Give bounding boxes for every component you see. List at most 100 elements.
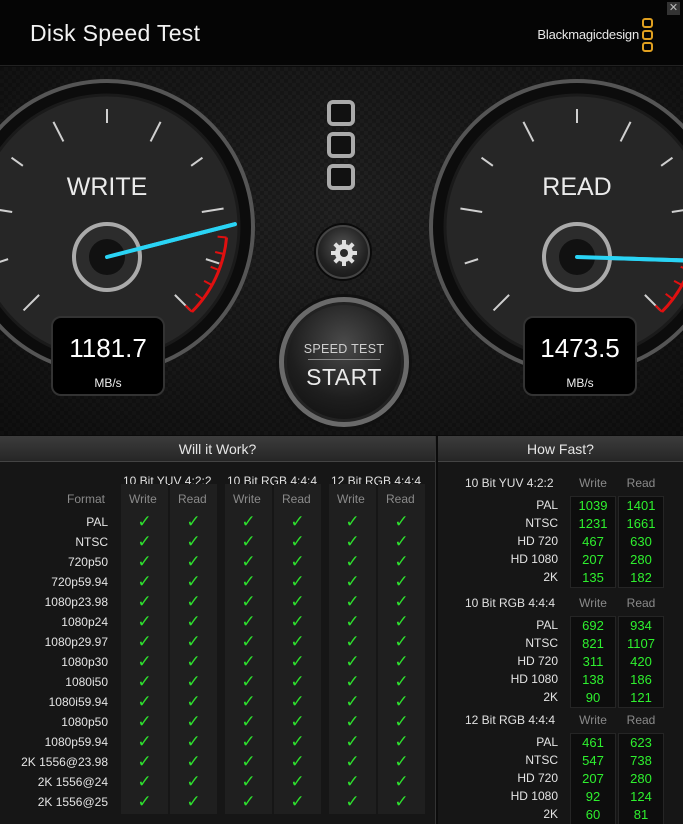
close-button[interactable]: ✕ [667,2,680,15]
write-column-header: Write [233,492,261,506]
format-label: 1080p50 [61,715,108,729]
check-icon: ✓ [186,772,201,791]
check-icon: ✓ [186,632,201,651]
check-icon: ✓ [137,532,152,551]
check-icon: ✓ [290,772,305,791]
check-icon: ✓ [186,592,201,611]
check-icon: ✓ [345,652,360,671]
format-label: 1080p59.94 [44,735,108,749]
check-icon: ✓ [290,652,305,671]
read-column-header: Read [626,476,656,490]
format-label: 1080i50 [65,675,108,689]
check-icon: ✓ [137,712,152,731]
check-icon: ✓ [345,572,360,591]
app-title: Disk Speed Test [30,20,201,46]
format-label: NTSC [75,535,108,549]
check-icon: ✓ [186,532,201,551]
read-column-header: Read [282,492,311,506]
check-icon: ✓ [394,792,409,811]
check-icon: ✓ [290,712,305,731]
check-icon: ✓ [137,652,152,671]
check-icon: ✓ [186,512,201,531]
check-icon: ✓ [241,572,256,591]
check-icon: ✓ [186,652,201,671]
check-icon: ✓ [394,612,409,631]
check-icon: ✓ [290,792,305,811]
format-label: 720p59.94 [51,575,108,589]
check-icon: ✓ [394,512,409,531]
read-speed-readout: 1473.5 MB/s [523,316,637,396]
settings-button[interactable] [316,225,370,279]
check-icon: ✓ [345,732,360,751]
check-icon: ✓ [290,732,305,751]
how-fast-format-label: NTSC [525,753,558,767]
check-icon: ✓ [345,552,360,571]
check-icon: ✓ [394,692,409,711]
check-icon: ✓ [345,612,360,631]
check-icon: ✓ [241,772,256,791]
check-icon: ✓ [345,532,360,551]
write-column-header: Write [579,476,607,490]
check-icon: ✓ [345,592,360,611]
format-label: 1080p30 [61,655,108,669]
write-column-header: Write [579,713,607,727]
read-speed-cell: 1661 [626,516,656,531]
check-icon: ✓ [241,692,256,711]
title-bar: Disk Speed Test Blackmagicdesign ✕ [0,0,683,66]
check-icon: ✓ [394,632,409,651]
write-speed-cell: 207 [582,771,604,786]
check-icon: ✓ [394,772,409,791]
how-fast-format-label: 2K [543,570,558,584]
read-speed-cell: 124 [630,789,652,804]
check-icon: ✓ [394,752,409,771]
read-speed-cell: 186 [630,672,652,687]
check-icon: ✓ [241,612,256,631]
read-speed-cell: 934 [630,618,652,633]
check-icon: ✓ [137,752,152,771]
check-icon: ✓ [186,552,201,571]
how-fast-format-label: NTSC [525,516,558,530]
check-icon: ✓ [394,572,409,591]
start-divider [308,359,380,360]
check-icon: ✓ [137,772,152,791]
check-icon: ✓ [290,672,305,691]
read-speed-unit: MB/s [566,376,594,390]
read-column-header: Read [626,713,656,727]
check-icon: ✓ [290,552,305,571]
how-fast-format-label: NTSC [525,636,558,650]
check-icon: ✓ [241,592,256,611]
start-button[interactable]: SPEED TEST START [279,297,409,427]
check-icon: ✓ [241,752,256,771]
write-speed-cell: 821 [582,636,604,651]
check-icon: ✓ [137,512,152,531]
check-icon: ✓ [137,592,152,611]
read-speed-cell: 280 [630,771,652,786]
check-icon: ✓ [394,552,409,571]
write-speed-cell: 138 [582,672,604,687]
read-column-header: Read [178,492,207,506]
read-speed-value: 1473.5 [540,333,620,363]
how-fast-format-label: PAL [536,735,558,749]
write-column-header: Write [337,492,365,506]
write-speed-cell: 60 [585,807,601,822]
storage-config-icon[interactable] [327,100,359,192]
write-speed-cell: 547 [582,753,604,768]
how-fast-group-title: 10 Bit RGB 4:4:4 [465,596,556,610]
check-icon: ✓ [290,752,305,771]
how-fast-format-label: 2K [543,690,558,704]
read-speed-cell: 1401 [626,498,656,513]
redzone-tick [217,235,227,239]
check-icon: ✓ [137,732,152,751]
check-icon: ✓ [186,572,201,591]
read-speed-cell: 280 [630,552,652,567]
check-icon: ✓ [241,792,256,811]
check-icon: ✓ [186,712,201,731]
write-speed-cell: 1039 [578,498,608,513]
write-speed-cell: 207 [582,552,604,567]
check-icon: ✓ [345,792,360,811]
check-icon: ✓ [290,532,305,551]
format-label: PAL [86,515,108,529]
check-icon: ✓ [345,632,360,651]
check-icon: ✓ [394,732,409,751]
check-icon: ✓ [290,632,305,651]
